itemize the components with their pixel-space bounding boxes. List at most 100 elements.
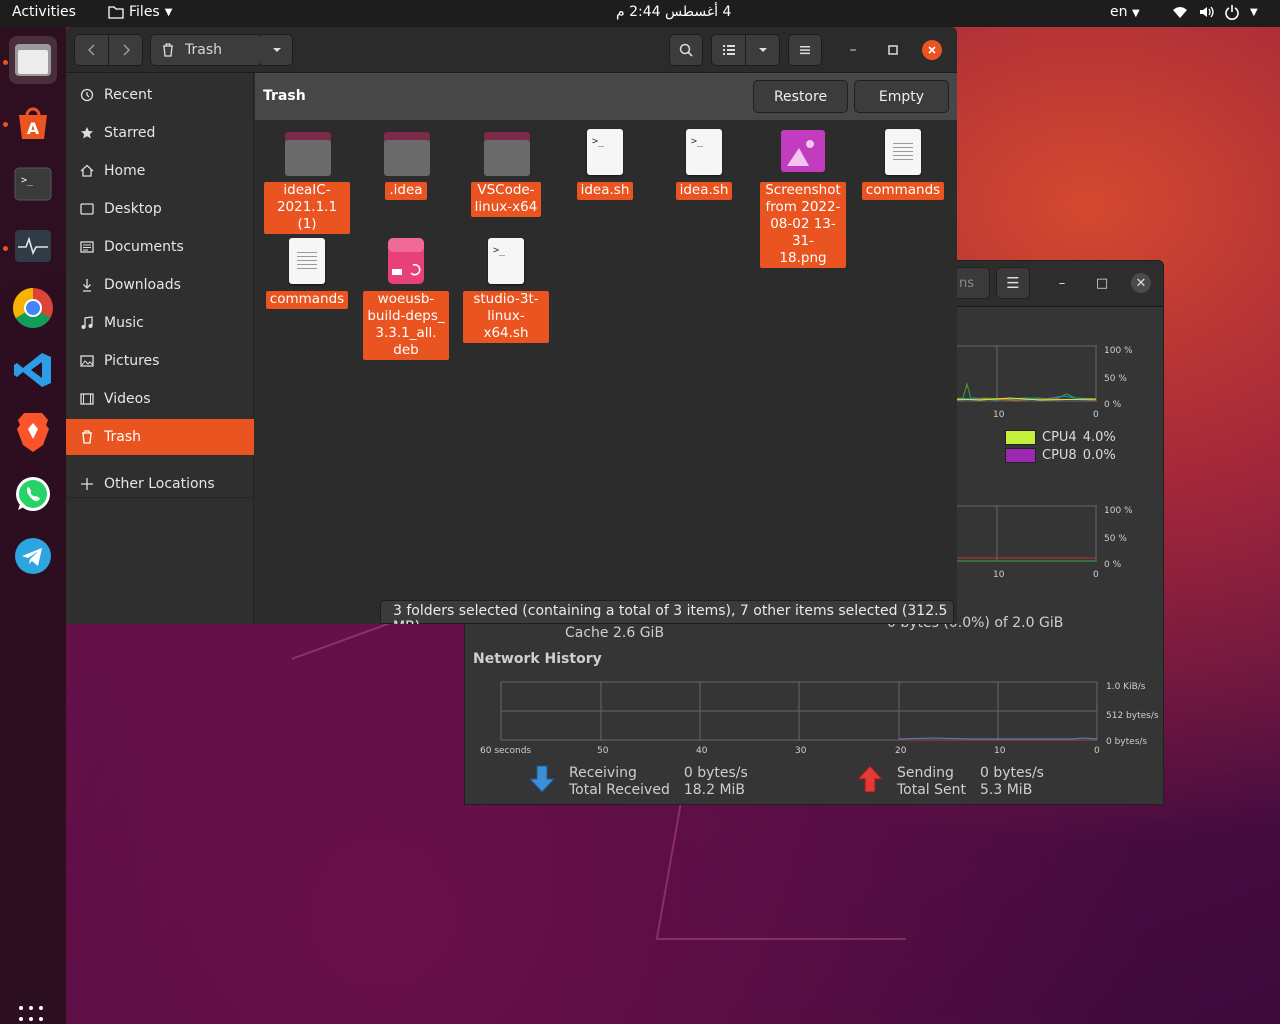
sidebar-item-recent[interactable]: Recent — [66, 77, 254, 113]
script-icon: >_ — [482, 237, 530, 285]
maximize-button[interactable] — [883, 40, 903, 60]
svg-text:>_: >_ — [21, 175, 34, 186]
receiving-label: Receiving — [569, 765, 637, 781]
language-indicator[interactable]: en ▼ — [1110, 4, 1140, 20]
sending-label: Sending — [897, 765, 954, 781]
software-store-icon: A — [19, 107, 47, 139]
file-name: idea.sh — [576, 182, 634, 200]
file-item[interactable]: Screenshot from 2022- 08-02 13-31- 18.pn… — [760, 128, 846, 268]
documents-icon — [80, 241, 94, 253]
sending-stats: Sending Total Sent 0 bytes/s 5.3 MiB — [857, 765, 1044, 799]
file-item[interactable]: >_ idea.sh — [661, 128, 747, 200]
sidebar-item-starred[interactable]: Starred — [66, 115, 254, 151]
list-view-button[interactable] — [711, 34, 746, 66]
sidebar-item-home[interactable]: Home — [66, 153, 254, 189]
maximize-button[interactable]: □ — [1092, 273, 1112, 293]
sidebar-item-label: Music — [104, 315, 144, 331]
close-button[interactable]: ✕ — [1131, 273, 1151, 293]
chevron-right-icon — [122, 44, 130, 56]
text-file-icon — [879, 128, 927, 176]
file-item[interactable]: ideaIC- 2021.1.1 (1) — [264, 128, 350, 234]
file-item[interactable]: woeusb- build-deps_ 3.3.1_all. deb — [363, 237, 449, 360]
empty-button[interactable]: Empty — [854, 80, 949, 113]
vscode-icon — [14, 353, 51, 387]
sidebar-item-downloads[interactable]: Downloads — [66, 267, 254, 303]
dock-system-monitor[interactable] — [9, 222, 57, 270]
app-menu[interactable]: Files ▼ — [108, 4, 172, 20]
path-bar-trash[interactable]: Trash — [150, 34, 262, 66]
sidebar-item-music[interactable]: Music — [66, 305, 254, 341]
clock[interactable]: 4 أغسطس 2:44 م — [616, 4, 731, 20]
trash-icon — [163, 43, 173, 57]
chrome-icon — [13, 288, 53, 328]
view-options-button[interactable] — [745, 34, 780, 66]
file-item[interactable]: .idea — [363, 128, 449, 200]
tab-file-systems[interactable]: ns — [955, 267, 990, 299]
receiving-value: 0 bytes/s — [683, 765, 748, 781]
close-icon — [928, 46, 936, 54]
action-bar-title: Trash — [263, 88, 306, 104]
dock-vscode[interactable] — [9, 346, 57, 394]
deb-package-icon — [382, 237, 430, 285]
star-icon — [81, 127, 93, 139]
language-label: en — [1110, 4, 1128, 20]
brave-icon — [17, 413, 49, 452]
minimize-button[interactable]: – — [1052, 273, 1072, 293]
file-item[interactable]: VSCode- linux-x64 — [463, 128, 549, 217]
color-swatch[interactable] — [1005, 448, 1036, 463]
dock-chrome[interactable] — [9, 284, 57, 332]
forward-button[interactable] — [108, 34, 143, 66]
files-headerbar: Trash – — [66, 27, 957, 73]
app-name: Files — [129, 4, 160, 20]
places-sidebar: Recent Starred Home Desktop Documents Do… — [66, 73, 254, 624]
wifi-icon — [1173, 7, 1187, 18]
dock-files[interactable] — [9, 36, 57, 84]
clock-icon — [80, 88, 94, 102]
file-item[interactable]: >_ studio-3t- linux-x64.sh — [463, 237, 549, 343]
whatsapp-icon — [16, 477, 50, 511]
main-menu-button[interactable] — [788, 34, 822, 66]
search-button[interactable] — [669, 34, 703, 66]
total-received-value: 18.2 MiB — [683, 782, 746, 798]
menu-button[interactable]: ☰ — [996, 267, 1030, 299]
sidebar-item-videos[interactable]: Videos — [66, 381, 254, 417]
dock-whatsapp[interactable] — [9, 470, 57, 518]
activities-button[interactable]: Activities — [12, 4, 76, 20]
file-name: Screenshot from 2022- 08-02 13-31- 18.pn… — [760, 182, 846, 268]
close-button[interactable] — [922, 40, 942, 60]
sidebar-item-documents[interactable]: Documents — [66, 229, 254, 265]
file-item[interactable]: commands — [264, 237, 350, 309]
color-swatch[interactable] — [1005, 430, 1036, 445]
dock-telegram[interactable] — [9, 532, 57, 580]
sending-value: 0 bytes/s — [980, 765, 1044, 781]
file-item[interactable]: >_ idea.sh — [562, 128, 648, 200]
files-icon — [15, 44, 51, 76]
network-x-tick: 10 — [994, 746, 1006, 756]
sidebar-item-label: Documents — [104, 239, 184, 255]
plus-icon — [81, 478, 93, 490]
dock-terminal[interactable]: >_ — [9, 160, 57, 208]
restore-button[interactable]: Restore — [753, 80, 848, 113]
search-icon — [679, 43, 693, 57]
sidebar-item-other-locations[interactable]: Other Locations — [66, 466, 254, 502]
power-icon — [1225, 5, 1239, 20]
back-button[interactable] — [74, 34, 109, 66]
sidebar-item-desktop[interactable]: Desktop — [66, 191, 254, 227]
dock-software[interactable]: A — [9, 98, 57, 146]
system-status-menu[interactable]: ▼ — [1172, 4, 1258, 20]
total-sent-value: 5.3 MiB — [980, 782, 1033, 798]
memory-y-tick: 50 % — [1104, 534, 1127, 544]
minimize-button[interactable]: – — [843, 40, 863, 60]
grid-icon — [19, 1017, 23, 1022]
sidebar-item-trash[interactable]: Trash — [66, 419, 254, 455]
list-view-icon — [722, 45, 735, 55]
location-menu-button[interactable] — [261, 34, 293, 66]
videos-icon — [80, 393, 94, 405]
dock-brave[interactable] — [9, 408, 57, 456]
show-applications-button[interactable] — [19, 1006, 47, 1024]
file-item[interactable]: commands — [860, 128, 946, 200]
sidebar-item-pictures[interactable]: Pictures — [66, 343, 254, 379]
cpu-x-tick: 0 — [1093, 410, 1099, 420]
text-file-icon — [283, 237, 331, 285]
network-y-tick: 512 bytes/s — [1106, 711, 1159, 721]
